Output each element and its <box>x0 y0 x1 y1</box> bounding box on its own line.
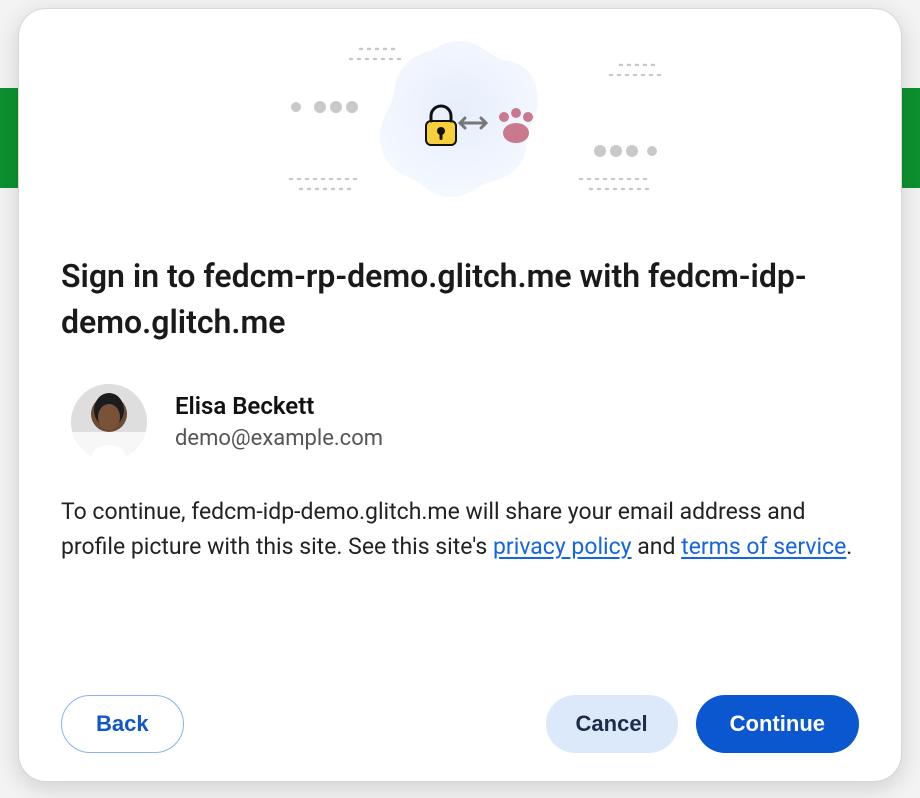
consent-suffix: . <box>846 533 852 560</box>
avatar <box>71 384 147 460</box>
consent-text: To continue, fedcm-idp-demo.glitch.me wi… <box>61 494 859 565</box>
privacy-policy-link[interactable]: privacy policy <box>493 533 632 560</box>
account-row: Elisa Beckett demo@example.com <box>71 384 859 460</box>
consent-joiner: and <box>632 533 682 560</box>
account-email: demo@example.com <box>175 426 383 451</box>
terms-of-service-link[interactable]: terms of service <box>681 533 846 560</box>
continue-button[interactable]: Continue <box>696 695 859 753</box>
dialog-title: Sign in to fedcm-rp-demo.glitch.me with … <box>61 253 859 346</box>
back-button[interactable]: Back <box>61 695 184 753</box>
button-row: Back Cancel Continue <box>61 695 859 753</box>
illustration <box>61 9 859 229</box>
cancel-button[interactable]: Cancel <box>546 695 678 753</box>
account-name: Elisa Beckett <box>175 392 383 420</box>
signin-dialog: Sign in to fedcm-rp-demo.glitch.me with … <box>18 8 902 782</box>
